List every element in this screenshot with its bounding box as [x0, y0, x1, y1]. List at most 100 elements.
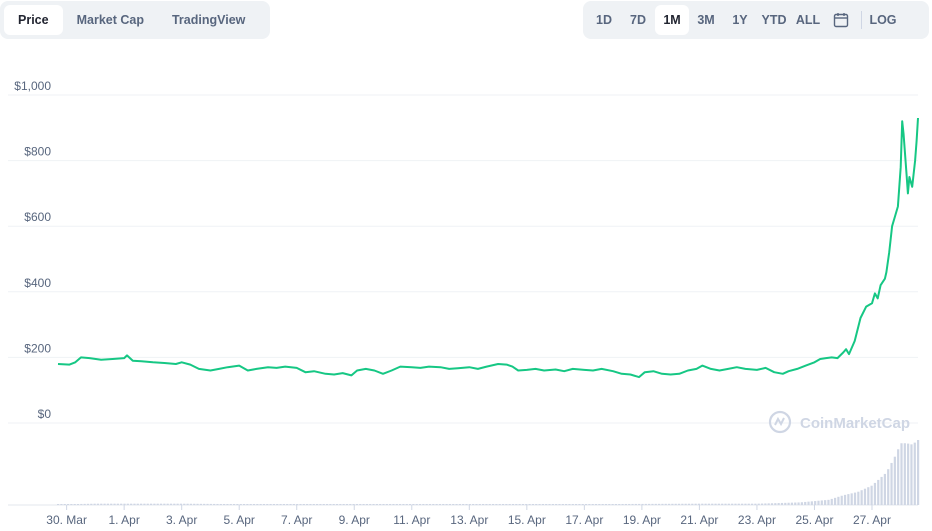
volume-bar — [425, 504, 428, 505]
y-tick-label: $1,000 — [14, 79, 51, 93]
volume-bar — [817, 500, 820, 505]
volume-bar — [598, 504, 601, 505]
tab-tradingview[interactable]: TradingView — [158, 5, 259, 35]
volume-bar — [611, 504, 614, 505]
volume-bar — [299, 504, 302, 505]
volume-bar — [707, 503, 711, 505]
x-tick-label: 1. Apr — [108, 513, 139, 527]
volume-bar — [322, 504, 325, 505]
volume-bar — [252, 504, 256, 505]
volume-bar — [754, 503, 757, 505]
volume-bar — [432, 504, 435, 505]
volume-bar — [505, 504, 508, 505]
volume-bar — [541, 504, 544, 505]
volume-bar — [418, 504, 422, 505]
volume-bar — [462, 504, 465, 505]
price-line — [57, 117, 919, 379]
volume-bar — [246, 504, 249, 505]
volume-bar — [329, 504, 332, 505]
volume-bar — [93, 503, 96, 505]
volume-bar — [847, 494, 850, 505]
volume-bar — [814, 501, 817, 505]
volume-bar — [800, 502, 803, 505]
price-line-layer — [57, 117, 919, 379]
volume-bar — [239, 504, 242, 505]
volume-bar — [661, 503, 664, 505]
volume-bar — [518, 504, 521, 505]
y-tick-label: $600 — [24, 210, 51, 224]
volume-bar — [618, 504, 621, 505]
volume-bar — [697, 503, 701, 505]
range-1d[interactable]: 1D — [587, 5, 621, 35]
volume-bar — [677, 503, 681, 505]
volume-bar — [837, 496, 840, 505]
volume-bar — [259, 504, 262, 505]
volume-bar — [674, 503, 677, 505]
volume-bar — [654, 503, 657, 505]
volume-bar — [465, 504, 468, 505]
volume-bar — [638, 503, 641, 505]
coinmarketcap-logo-icon — [768, 410, 792, 434]
range-ytd[interactable]: YTD — [757, 5, 791, 35]
volume-bar — [120, 503, 123, 505]
y-axis-labels: $0 $200 $400 $600 $800 $1,000 — [14, 79, 51, 421]
volume-bar — [501, 504, 505, 505]
y-tick-label: $800 — [24, 145, 51, 159]
volume-bar — [159, 503, 163, 505]
volume-bar — [671, 503, 674, 505]
volume-bar — [687, 503, 691, 505]
volume-bar — [216, 503, 219, 505]
volume-bar — [83, 503, 86, 505]
volume-bar — [641, 503, 644, 505]
volume-bar — [209, 503, 212, 505]
volume-bar — [448, 504, 452, 505]
range-1y[interactable]: 1Y — [723, 5, 757, 35]
volume-bar — [143, 503, 146, 505]
volume-bar — [452, 504, 455, 505]
range-1m[interactable]: 1M — [655, 5, 689, 35]
volume-bar — [382, 504, 385, 505]
tab-price[interactable]: Price — [4, 5, 63, 35]
volume-bar — [907, 443, 910, 505]
volume-bar — [113, 503, 116, 505]
volume-bar — [226, 504, 229, 505]
volume-bar — [256, 504, 259, 505]
divider — [861, 11, 862, 29]
volume-bar — [203, 503, 206, 505]
volume-bar — [631, 503, 634, 505]
volume-bar — [153, 503, 156, 505]
volume-bar — [339, 504, 342, 505]
range-all[interactable]: ALL — [791, 5, 825, 35]
calendar-icon[interactable] — [825, 5, 857, 35]
volume-bar — [186, 503, 189, 505]
volume-bar — [644, 503, 647, 505]
range-7d[interactable]: 7D — [621, 5, 655, 35]
volume-bar — [491, 504, 495, 505]
volume-bar — [873, 482, 877, 505]
x-tick-label: 19. Apr — [623, 513, 661, 527]
volume-bar — [242, 504, 246, 505]
volume-bar — [863, 488, 867, 505]
volume-bar — [691, 503, 694, 505]
volume-bar — [395, 504, 398, 505]
x-tick-label: 30. Mar — [46, 513, 87, 527]
volume-bar — [96, 503, 100, 505]
volume-bar — [355, 504, 359, 505]
x-tick-label: 25. Apr — [795, 513, 833, 527]
volume-bar — [744, 503, 747, 505]
x-tick-label: 7. Apr — [281, 513, 312, 527]
volume-bar — [495, 504, 498, 505]
volume-bar — [558, 504, 561, 505]
volume-bar — [561, 504, 564, 505]
volume-bar — [538, 504, 541, 505]
volume-bar — [767, 503, 770, 505]
tab-market-cap[interactable]: Market Cap — [63, 5, 158, 35]
volume-bar — [57, 504, 60, 505]
volume-bar — [571, 504, 574, 505]
volume-bar — [229, 504, 232, 505]
range-3m[interactable]: 3M — [689, 5, 723, 35]
volume-bar — [488, 504, 491, 505]
log-scale-toggle[interactable]: LOG — [866, 5, 900, 35]
y-tick-label: $200 — [24, 341, 51, 355]
volume-bar — [399, 504, 402, 505]
